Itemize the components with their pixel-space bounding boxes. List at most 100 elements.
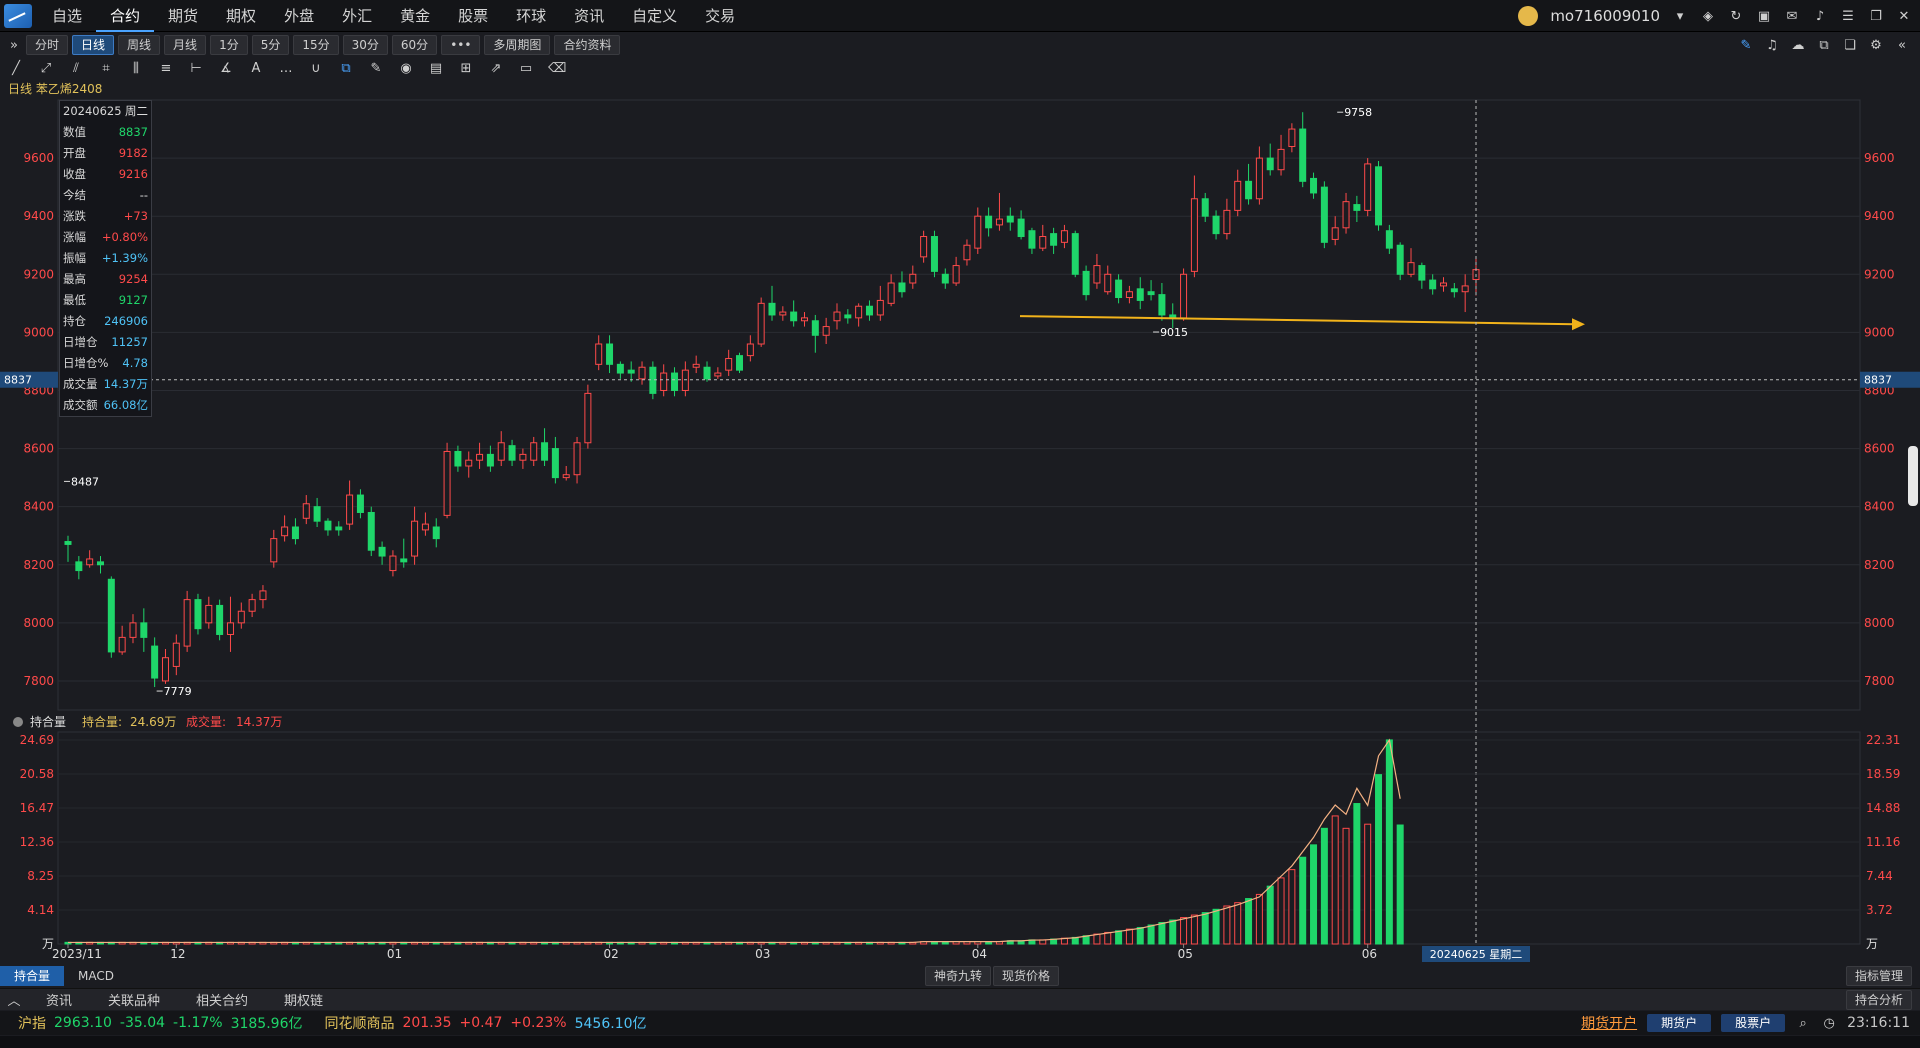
indicator-tab[interactable]: 持合量 (0, 966, 65, 986)
futures-account-button[interactable]: 期货户 (1647, 1014, 1712, 1032)
more-tool-icon[interactable]: … (278, 61, 294, 76)
bottom-tab[interactable]: 相关合约 (178, 990, 266, 1009)
period-button[interactable]: 15分 (293, 35, 339, 55)
nav-item[interactable]: 股票 (444, 0, 502, 32)
username[interactable]: mo716009010 (1550, 7, 1660, 25)
trash-icon[interactable]: ▤ (428, 61, 444, 76)
volume-bar (1093, 933, 1101, 945)
price-annotation: 9015 (1160, 326, 1188, 339)
cloud-icon[interactable]: ☁ (1790, 38, 1806, 53)
candle-body (822, 326, 830, 336)
nav-item[interactable]: 自定义 (618, 0, 691, 32)
search-icon[interactable]: ⌕ (1795, 1016, 1811, 1031)
period-button[interactable]: 60分 (391, 35, 438, 55)
bottom-tab[interactable]: 关联品种 (90, 990, 178, 1009)
candle-body (172, 642, 180, 667)
nav-item[interactable]: 期货 (154, 0, 212, 32)
period-button[interactable]: 1分 (210, 35, 248, 55)
button-shenqi[interactable]: 神奇九转 (925, 966, 992, 986)
nav-item[interactable]: 黄金 (386, 0, 444, 32)
gann-tool-icon[interactable]: ∡ (218, 61, 234, 76)
nav-item[interactable]: 环球 (502, 0, 560, 32)
ray-tool-icon[interactable]: ⤢ (38, 61, 54, 76)
bottom-tabs: ︿ 资讯 关联品种 相关合约 期权链 持合分析 (0, 988, 1920, 1010)
candle-body (1385, 230, 1393, 249)
nav-item[interactable]: 资讯 (560, 0, 618, 32)
candle-body (855, 305, 863, 319)
magnet-icon[interactable]: ∪ (308, 61, 324, 76)
vol-oi-label: 持合量: (82, 714, 122, 729)
stock-account-button[interactable]: 股票户 (1721, 1014, 1786, 1032)
time-label: 04 (972, 947, 987, 961)
eraser-icon[interactable]: ⌫ (548, 61, 566, 76)
alert-icon[interactable]: ♫ (1764, 38, 1780, 53)
nav-item[interactable]: 外盘 (270, 0, 328, 32)
settings-icon[interactable]: ⚙ (1868, 38, 1884, 53)
vol-tick-right: 11.16 (1866, 835, 1900, 849)
close-icon[interactable]: ✕ (1896, 9, 1912, 24)
refresh-icon[interactable]: ↻ (1728, 9, 1744, 24)
avatar[interactable] (1518, 6, 1539, 26)
channel-tool-icon[interactable]: ⫽ (68, 61, 84, 76)
index1-name[interactable]: 沪指 (18, 1013, 46, 1033)
nav-item[interactable]: 自选 (38, 0, 96, 32)
mail-icon[interactable]: ✉ (1784, 9, 1800, 24)
button-spot-price[interactable]: 现货价格 (993, 966, 1060, 986)
bottom-tab[interactable]: 资讯 (28, 990, 90, 1009)
period-button[interactable]: ••• (441, 35, 481, 55)
bottom-tab[interactable]: 期权链 (266, 990, 341, 1009)
indicator-manage-button[interactable]: 指标管理 (1845, 966, 1912, 986)
export-icon[interactable]: ⇗ (488, 61, 504, 76)
info-row: 成交额 66.08亿 (60, 395, 151, 416)
index2-name[interactable]: 同花顺商品 (324, 1013, 394, 1033)
group-icon[interactable]: ⊞ (458, 61, 474, 76)
eye-icon[interactable]: ◉ (398, 61, 414, 76)
line-tool-icon[interactable]: ╱ (8, 61, 24, 76)
lock-draw-icon[interactable]: ⧉ (338, 61, 354, 76)
period-button[interactable]: 分时 (26, 35, 69, 55)
candle-body (259, 590, 267, 601)
nav-item[interactable]: 合约 (96, 0, 155, 32)
candle-body (1201, 198, 1209, 217)
open-account-link[interactable]: 期货开户 (1581, 1013, 1637, 1033)
nav-item[interactable]: 外汇 (328, 0, 386, 32)
info-value: 14.37万 (103, 377, 148, 391)
info-key: 今结 (63, 188, 86, 202)
menu-icon[interactable]: ☰ (1840, 9, 1856, 24)
period-button[interactable]: 5分 (251, 35, 290, 55)
pen-icon[interactable]: ✎ (368, 61, 384, 76)
window-icon[interactable]: ❏ (1842, 38, 1858, 53)
restore-icon[interactable]: ❐ (1868, 9, 1884, 24)
kline-chart[interactable]: 9600 96009400 94009200 92009000 90008800 8800… (0, 96, 1920, 966)
nav-item[interactable]: 期权 (212, 0, 270, 32)
text-tool-icon[interactable]: A (248, 61, 264, 76)
nav-item[interactable]: 交易 (691, 0, 749, 32)
layers-icon[interactable]: ◈ (1700, 9, 1716, 24)
period-button[interactable]: 30分 (342, 35, 388, 55)
indicator-tab[interactable]: MACD (64, 966, 128, 986)
candle-body (1093, 265, 1101, 284)
copy-icon[interactable]: ⧉ (1816, 38, 1832, 53)
expand-icon[interactable]: » (6, 38, 22, 53)
shape-tool-icon[interactable]: ⌗ (98, 61, 114, 76)
comment-icon[interactable]: ▭ (518, 61, 534, 76)
period-button[interactable]: 合约资料 (554, 35, 621, 55)
candle-body (389, 555, 397, 572)
bell-icon[interactable]: ♪ (1812, 9, 1828, 24)
period-button[interactable]: 月线 (164, 35, 207, 55)
collapse-icon[interactable]: « (1894, 38, 1910, 53)
vol-tick-left: 20.58 (20, 767, 54, 781)
period-button[interactable]: 周线 (118, 35, 161, 55)
oi-analysis-button[interactable]: 持合分析 (1845, 989, 1912, 1010)
briefcase-icon[interactable]: ▣ (1756, 9, 1772, 24)
fib-tool-icon[interactable]: ≡ (158, 61, 174, 76)
vertical-tool-icon[interactable]: ⫼ (128, 61, 144, 76)
candle-body (1125, 291, 1133, 299)
edit-icon[interactable]: ✎ (1738, 38, 1754, 53)
collapse-up-icon[interactable]: ︿ (6, 990, 22, 1009)
range-tool-icon[interactable]: ⊢ (188, 61, 204, 76)
chevron-down-icon[interactable]: ▾ (1672, 9, 1688, 24)
period-button[interactable]: 日线 (72, 35, 115, 55)
candle-body (454, 450, 462, 467)
period-button[interactable]: 多周期图 (484, 35, 551, 55)
